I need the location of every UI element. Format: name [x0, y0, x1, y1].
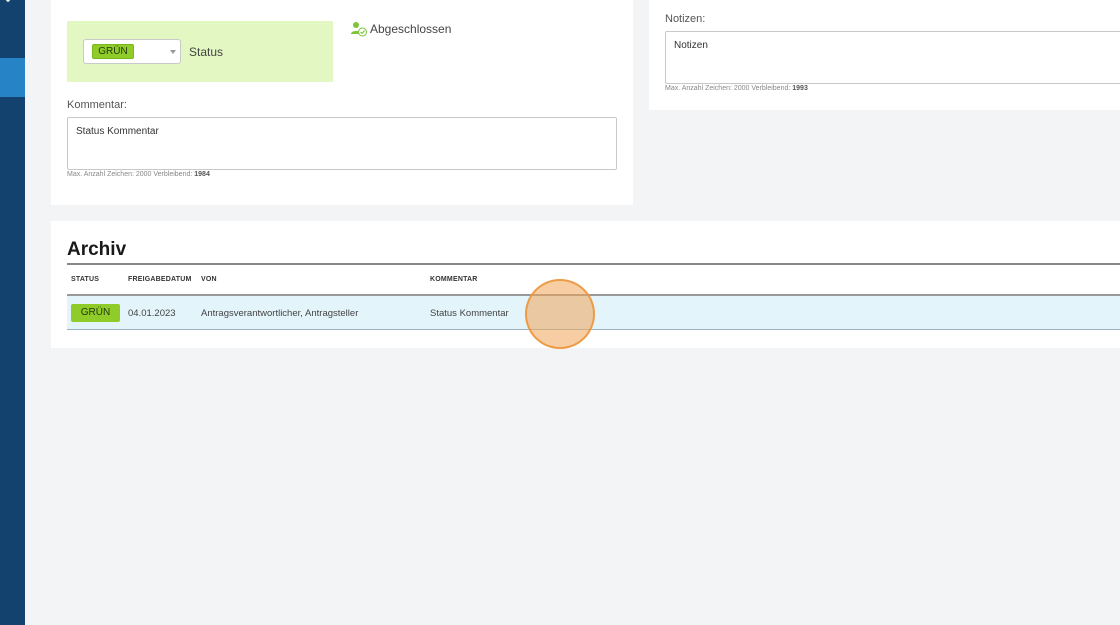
cell-from: Antragsverantwortlicher, Antragsteller [201, 308, 359, 319]
status-select[interactable]: GRÜN [83, 39, 181, 64]
status-selector-box: GRÜN Status [67, 21, 333, 82]
comment-char-hint: Max. Anzahl Zeichen: 2000 Verbleibend: 1… [67, 171, 210, 178]
cell-date: 04.01.2023 [128, 308, 176, 319]
status-pill: GRÜN [92, 44, 134, 59]
sidebar [0, 0, 25, 625]
completed-label: Abgeschlossen [370, 22, 452, 36]
column-header-date[interactable]: FREIGABEDATUM [128, 276, 192, 283]
column-header-from[interactable]: VON [201, 276, 217, 283]
status-badge: GRÜN [71, 304, 120, 322]
archive-title: Archiv [67, 239, 127, 260]
click-indicator [525, 279, 595, 349]
table-header: STATUS FREIGABEDATUM VON KOMMENTAR [67, 263, 1120, 296]
notes-textarea[interactable]: Notizen [665, 31, 1120, 84]
completed-indicator: Abgeschlossen [350, 21, 451, 37]
comment-label: Kommentar: [67, 99, 127, 111]
sidebar-active-item[interactable] [0, 58, 25, 97]
status-card: GRÜN Status Abgeschlossen Kommentar: Sta… [51, 0, 633, 205]
user-check-icon [351, 22, 367, 37]
chevron-down-icon[interactable] [2, 0, 14, 6]
column-header-comment[interactable]: KOMMENTAR [430, 276, 478, 283]
status-label: Status [189, 45, 224, 59]
notes-label: Notizen: [665, 13, 706, 25]
notes-char-hint: Max. Anzahl Zeichen: 2000 Verbleibend: 1… [665, 85, 808, 92]
comment-textarea[interactable]: Status Kommentar [67, 117, 617, 170]
dropdown-caret-icon [170, 50, 176, 54]
cell-comment: Status Kommentar [430, 308, 509, 319]
column-header-status[interactable]: STATUS [71, 276, 99, 283]
notes-card: Notizen: Notizen Max. Anzahl Zeichen: 20… [649, 0, 1120, 110]
